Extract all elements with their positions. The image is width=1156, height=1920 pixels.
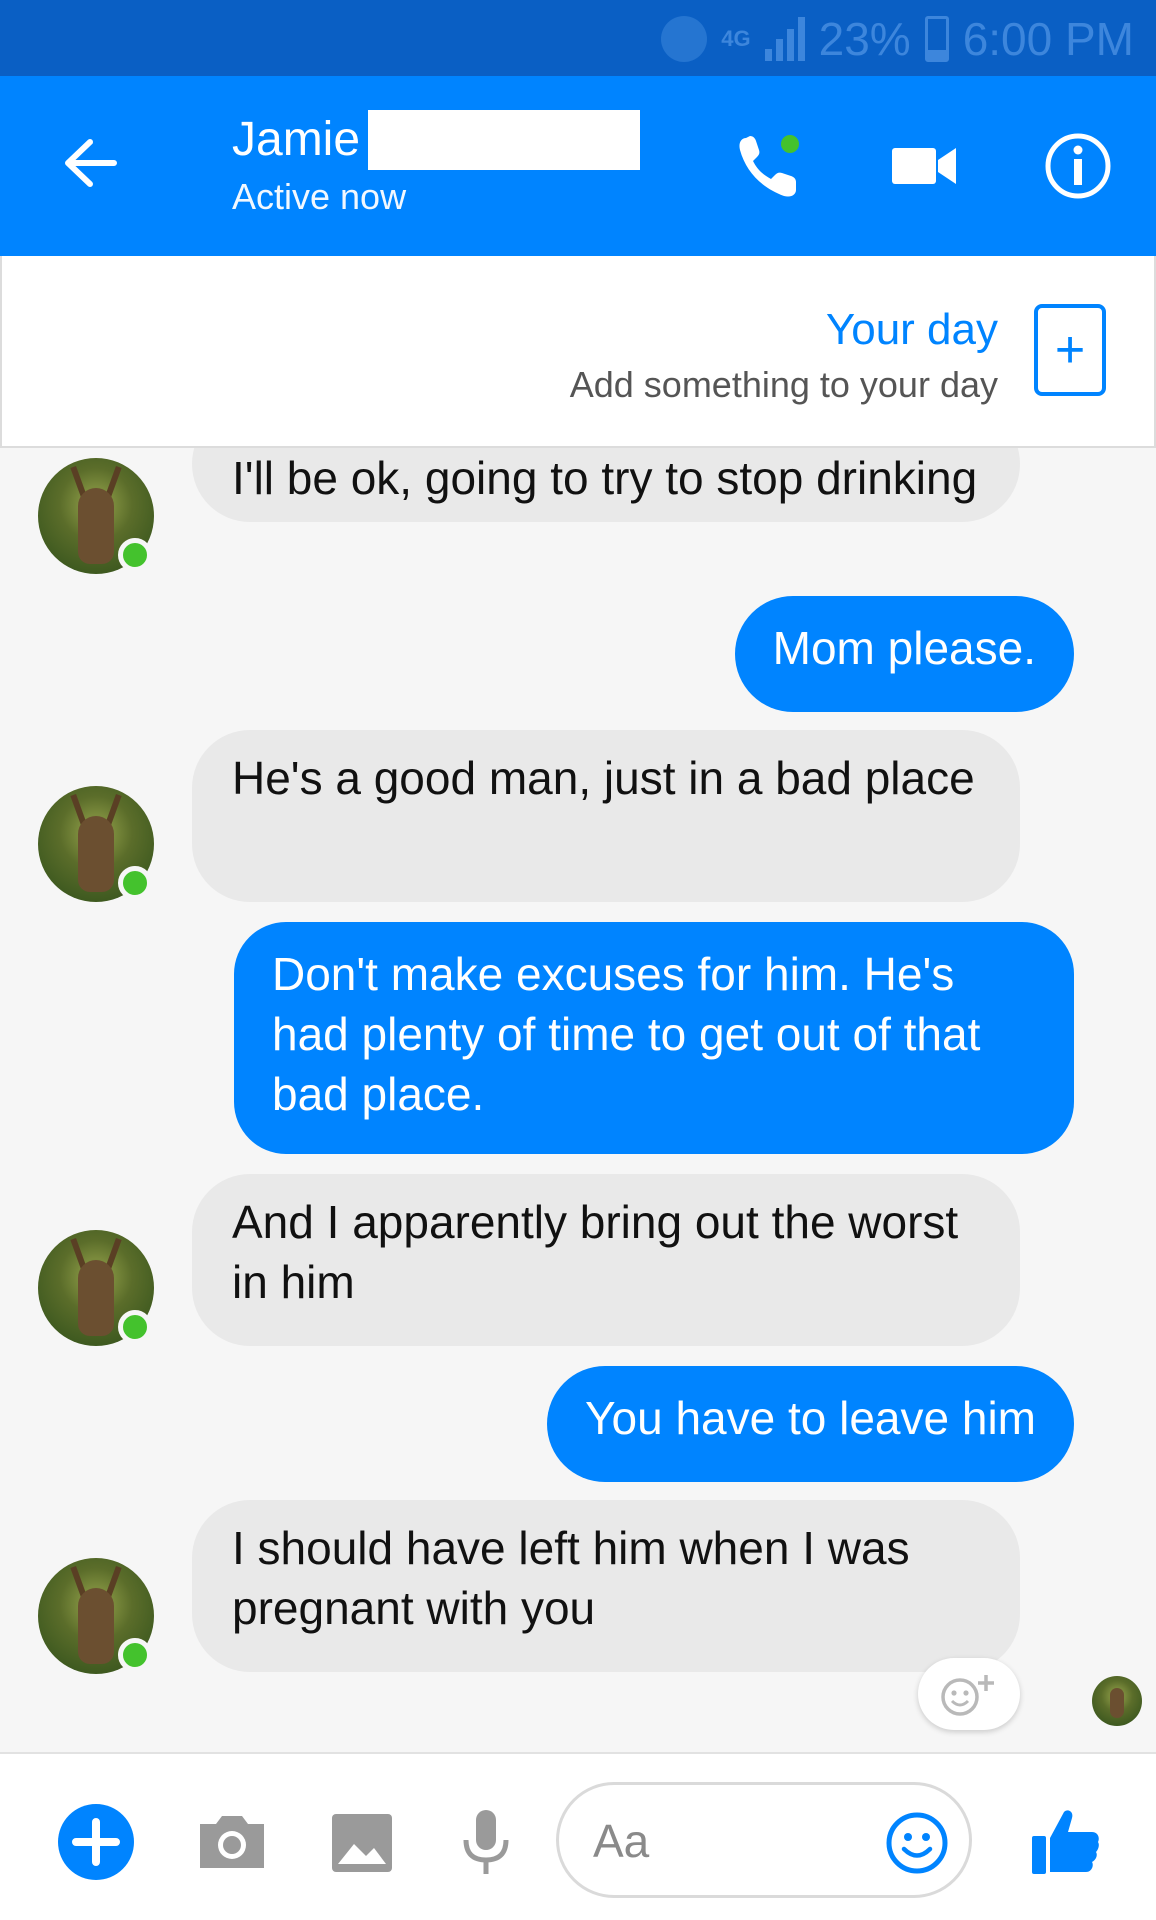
incoming-message[interactable]: I'll be ok, going to try to stop drinkin…	[192, 448, 1020, 522]
avatar[interactable]	[38, 1558, 154, 1674]
message-text: Don't make excuses for him. He's had ple…	[272, 948, 981, 1120]
your-day-title: Your day	[825, 305, 998, 354]
outgoing-message[interactable]: You have to leave him	[547, 1366, 1074, 1482]
incoming-message[interactable]: I should have left him when I was pregna…	[192, 1500, 1020, 1672]
message-text: And I apparently bring out the worst in …	[232, 1196, 959, 1308]
battery-icon	[924, 16, 949, 62]
conversation-header: Jamie Active now	[0, 76, 1156, 256]
emoji-icon[interactable]	[884, 1810, 950, 1876]
message-input[interactable]	[593, 1811, 843, 1871]
plus-icon[interactable]	[56, 1802, 136, 1882]
clock: 6:00 PM	[962, 13, 1134, 65]
network-type: 4G	[721, 26, 751, 51]
add-reaction-icon	[941, 1675, 994, 1716]
add-reaction-button[interactable]	[918, 1658, 1020, 1730]
battery-percent: 23%	[818, 13, 911, 65]
message-text: Mom please.	[772, 622, 1036, 674]
avatar[interactable]	[38, 1230, 154, 1346]
back-arrow-icon[interactable]	[56, 128, 126, 198]
outgoing-message[interactable]: Mom please.	[734, 596, 1074, 712]
camera-icon[interactable]	[192, 1802, 272, 1882]
add-to-day-button[interactable]: +	[1034, 304, 1106, 396]
message-composer	[0, 1752, 1156, 1920]
avatar[interactable]	[38, 786, 154, 902]
active-status: Active now	[232, 176, 407, 217]
incoming-message[interactable]: He's a good man, just in a bad place	[192, 730, 1020, 902]
message-text: He's a good man, just in a bad place	[232, 752, 975, 804]
online-indicator	[118, 538, 152, 572]
avatar[interactable]	[38, 458, 154, 574]
thumbs-up-icon[interactable]	[1026, 1802, 1106, 1882]
message-text: I should have left him when I was pregna…	[232, 1522, 910, 1634]
status-bar: 4G 23% 6:00 PM	[0, 0, 1156, 76]
video-camera-icon[interactable]	[886, 128, 962, 204]
incoming-message[interactable]: And I apparently bring out the worst in …	[192, 1174, 1020, 1346]
info-icon[interactable]	[1040, 128, 1116, 204]
contact-name: Jamie	[232, 113, 361, 166]
message-text: You have to leave him	[585, 1392, 1036, 1444]
online-indicator	[118, 1638, 152, 1672]
microphone-icon[interactable]	[446, 1802, 526, 1882]
your-day-banner[interactable]: Your day Add something to your day +	[0, 256, 1156, 448]
message-thread[interactable]: I'll be ok, going to try to stop drinkin…	[0, 448, 1156, 1748]
signal-icon	[764, 17, 805, 61]
online-indicator	[118, 866, 152, 900]
contact-title[interactable]: Jamie Active now	[232, 110, 641, 218]
your-day-subtitle: Add something to your day	[569, 364, 998, 405]
image-icon[interactable]	[322, 1802, 402, 1882]
online-indicator	[118, 1310, 152, 1344]
phone-icon[interactable]	[732, 128, 808, 204]
bluetooth-icon	[661, 16, 708, 62]
redacted-name-box	[368, 110, 641, 170]
outgoing-message[interactable]: Don't make excuses for him. He's had ple…	[234, 922, 1074, 1154]
message-text: I'll be ok, going to try to stop drinkin…	[232, 452, 978, 504]
status-bar-indicators: 4G 23% 6:00 PM	[661, 12, 1134, 66]
seen-indicator-avatar	[1092, 1676, 1142, 1726]
